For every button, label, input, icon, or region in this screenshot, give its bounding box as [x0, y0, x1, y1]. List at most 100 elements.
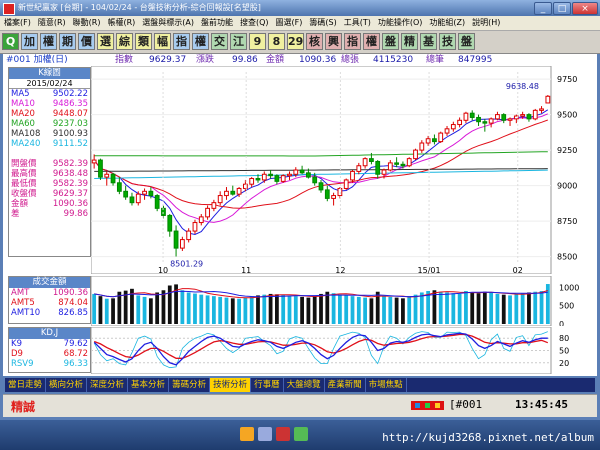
symbol-label[interactable]: #001 加權(日)	[6, 54, 68, 66]
candle-body	[98, 159, 103, 178]
candle-body	[394, 162, 400, 165]
toolbar-button[interactable]: 基	[420, 33, 437, 50]
info-row: MA10 9486.35	[9, 99, 90, 109]
toolbar-button[interactable]: 權	[192, 33, 209, 50]
toolbar-button[interactable]: 指	[173, 33, 190, 50]
toolbar-button[interactable]: 綜	[116, 33, 133, 50]
tab-analysis[interactable]: 基本分析	[128, 378, 170, 392]
menu-item[interactable]: 籌碼(S)	[309, 18, 336, 27]
menu-item[interactable]: 功能組(Z)	[429, 18, 465, 27]
tab-analysis[interactable]: 當日走勢	[5, 378, 47, 392]
toolbar-button[interactable]: 江	[230, 33, 247, 50]
minimize-button[interactable]: _	[534, 2, 552, 15]
menu-item[interactable]: 說明(H)	[472, 18, 500, 27]
candle	[154, 194, 160, 212]
price-tick-label: 9250	[557, 146, 577, 155]
toolbar-button[interactable]: 盤	[458, 33, 475, 50]
tab-analysis[interactable]: 市場焦點	[366, 378, 407, 392]
kd-chart[interactable]: 80 50 20	[91, 327, 597, 374]
volume-bar	[539, 291, 544, 324]
candlestick-chart[interactable]: 9750 9500 9250 9000 8750 8500 9638.48 8501.2910…	[91, 66, 597, 274]
info-name: AMT	[11, 288, 30, 298]
info-name: AMT5	[11, 298, 35, 308]
candle-body	[362, 158, 368, 167]
taskbar-app-icon[interactable]	[258, 427, 272, 441]
total-trades-label: 總筆	[426, 55, 445, 65]
info-name: AMT10	[11, 308, 41, 318]
toolbar-button[interactable]: 指	[344, 33, 361, 50]
candle-body	[280, 175, 286, 182]
candle-body	[488, 118, 494, 124]
volume-bar	[161, 290, 166, 324]
candle-body	[419, 142, 425, 151]
menu-item[interactable]: 檔案(F)	[4, 18, 31, 27]
candle-body	[211, 202, 217, 209]
taskbar-app-icon[interactable]	[240, 427, 254, 441]
maximize-button[interactable]: □	[553, 2, 571, 15]
toolbar-button[interactable]: 權	[363, 33, 380, 50]
info-row: K9 79.62	[9, 339, 90, 349]
tab-analysis[interactable]: 大盤總覽	[284, 378, 325, 392]
menu-item[interactable]: 功能操作(O)	[378, 18, 423, 27]
volume-bar	[356, 296, 361, 324]
menu-item[interactable]: 隨意(R)	[38, 18, 66, 27]
info-value: 9111.52	[52, 139, 88, 149]
tab-analysis[interactable]: 籌碼分析	[169, 378, 211, 392]
info-row: 收盤價 9629.37	[9, 189, 90, 199]
tab-analysis[interactable]: 產業新聞	[325, 378, 366, 392]
toolbar-button[interactable]: 期	[59, 33, 76, 50]
volume-bar	[136, 295, 141, 324]
indicator-light-1	[415, 403, 420, 408]
menu-item[interactable]: 聯動(R)	[73, 18, 101, 27]
toolbar-button[interactable]: 類	[135, 33, 152, 50]
candle-body	[532, 109, 538, 120]
toolbar-button[interactable]: 29	[287, 33, 304, 50]
volume-info-panel: 成交金額 AMT 1090.36 AMT5 874.04 AMT10 826.85	[8, 276, 91, 324]
toolbar-button[interactable]: 盤	[382, 33, 399, 50]
toolbar-button[interactable]: 8	[268, 33, 285, 50]
taskbar-app-icon[interactable]	[294, 427, 308, 441]
menu-item[interactable]: 選盤與標示(A)	[142, 18, 194, 27]
candle-body	[299, 169, 305, 174]
toolbar-button[interactable]: 加	[21, 33, 38, 50]
candle	[545, 95, 551, 104]
toolbar-button[interactable]: 選	[97, 33, 114, 50]
candle-body	[154, 195, 160, 209]
volume-bar	[401, 298, 405, 324]
tab-analysis[interactable]: 橫向分析	[46, 378, 88, 392]
volume-bar	[382, 296, 386, 324]
menu-item[interactable]: 帳權(R)	[107, 18, 135, 27]
toolbar-button[interactable]: 9	[249, 33, 266, 50]
candle-body	[142, 190, 147, 195]
info-name: 最高價	[11, 169, 37, 179]
title-bar: 新世紀贏家 [台期] - 104/02/24 - 台盤技術分析-綜合回報設[名望…	[0, 0, 600, 16]
toolbar-button[interactable]: 技	[439, 33, 456, 50]
candle-body	[110, 173, 116, 184]
menu-item[interactable]: 圖選(F)	[276, 18, 303, 27]
toolbar-button[interactable]: 價	[78, 33, 95, 50]
close-button[interactable]: ×	[572, 2, 598, 15]
tab-technical[interactable]: 技術分析	[210, 378, 252, 392]
candle-body	[507, 118, 513, 121]
candle-body	[129, 196, 135, 204]
toolbar-button[interactable]: 權	[40, 33, 57, 50]
candle-body	[224, 190, 229, 197]
volume-chart[interactable]: 1000 500 0	[91, 276, 597, 326]
taskbar-app-icon[interactable]	[276, 427, 290, 441]
menu-item[interactable]: 搜查(Q)	[240, 18, 269, 27]
menu-item[interactable]: 工具(T)	[344, 18, 371, 27]
candle-body	[450, 124, 456, 130]
info-row: 差 99.86	[9, 209, 90, 219]
volume-bar	[262, 294, 267, 324]
volume-bar	[363, 297, 367, 324]
toolbar-button[interactable]: 交	[211, 33, 228, 50]
toolbar-button[interactable]: 核	[306, 33, 323, 50]
menu-item[interactable]: 盤前功能	[201, 18, 233, 27]
tab-analysis[interactable]: 深度分析	[87, 378, 129, 392]
tab-analysis[interactable]: 行事曆	[251, 378, 284, 392]
toolbar-button[interactable]: Q	[2, 33, 19, 50]
toolbar-button[interactable]: 幅	[154, 33, 171, 50]
toolbar-button[interactable]: 興	[325, 33, 342, 50]
candle-body	[501, 114, 507, 121]
toolbar-button[interactable]: 精	[401, 33, 418, 50]
